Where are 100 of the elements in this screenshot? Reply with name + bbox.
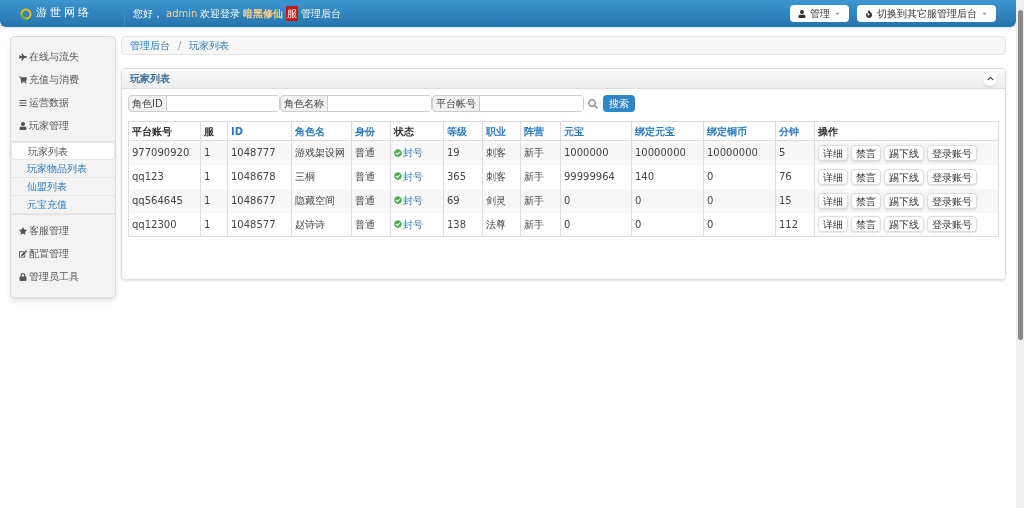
- table-cell: 普通: [351, 164, 391, 189]
- table-cell: 1048577: [227, 212, 292, 237]
- filter-field[interactable]: 角色名称: [280, 95, 432, 112]
- star-icon: [19, 226, 27, 235]
- panel-title: 玩家列表: [130, 72, 170, 86]
- filter-label: 平台帐号: [435, 97, 477, 111]
- sidebar-item[interactable]: 配置管理: [11, 242, 115, 265]
- greeting-text: admin: [166, 7, 198, 21]
- action-button[interactable]: 详细: [818, 168, 848, 185]
- logo-icon: [20, 7, 32, 20]
- sidebar-subitem[interactable]: 玩家列表: [11, 142, 115, 160]
- column-header[interactable]: 角色名: [291, 121, 352, 141]
- action-button[interactable]: 禁言: [851, 216, 881, 233]
- column-header[interactable]: ID: [227, 121, 292, 141]
- action-button[interactable]: 详细: [818, 216, 848, 233]
- filter-field[interactable]: 平台帐号: [432, 95, 584, 112]
- table-cell: 0: [560, 212, 632, 237]
- sidebar-item[interactable]: 在线与流失: [11, 45, 115, 68]
- table-cell: 977090920: [128, 140, 201, 165]
- action-button[interactable]: 禁言: [851, 168, 881, 185]
- table-cell: 1048677: [227, 188, 292, 213]
- table-cell: 隐藏空间: [291, 188, 352, 213]
- action-button[interactable]: 详细: [818, 144, 848, 161]
- column-header[interactable]: 阵营: [520, 121, 561, 141]
- breadcrumb-separator: /: [178, 39, 182, 53]
- action-button[interactable]: 踢下线: [884, 144, 924, 161]
- column-header[interactable]: 元宝: [560, 121, 632, 141]
- table-cell: 新手: [520, 212, 561, 237]
- sidebar-subitem[interactable]: 仙盟列表: [11, 178, 115, 196]
- table-cell: qq12300: [128, 212, 201, 237]
- column-header[interactable]: 分钟: [775, 121, 815, 141]
- table-cell: 1048678: [227, 164, 292, 189]
- table-cell: 1: [200, 212, 228, 237]
- action-button[interactable]: 登录账号: [927, 168, 977, 185]
- table-cell: 普通: [351, 140, 391, 165]
- table-cell: 游戏架设网: [291, 140, 352, 165]
- sidebar-item[interactable]: 玩家管理: [11, 114, 115, 137]
- action-button[interactable]: 踢下线: [884, 216, 924, 233]
- status-label: 封号: [394, 168, 423, 184]
- sidebar-item[interactable]: 运营数据: [11, 91, 115, 114]
- table-cell: 99999964: [560, 164, 632, 189]
- table-cell: 10000000: [631, 140, 704, 165]
- column-header[interactable]: 绑定铜币: [703, 121, 776, 141]
- table-cell: 剑灵: [482, 188, 521, 213]
- collapse-button[interactable]: [983, 71, 997, 86]
- cart-icon: [19, 75, 27, 84]
- user-icon: [19, 121, 27, 130]
- table-cell: 69: [443, 188, 483, 213]
- caret-icon: [834, 10, 841, 17]
- sidebar-item[interactable]: 充值与消费: [11, 68, 115, 91]
- table-cell: 1: [200, 140, 228, 165]
- column-header[interactable]: 职业: [482, 121, 521, 141]
- breadcrumb-link[interactable]: 管理后台: [130, 38, 170, 53]
- action-button[interactable]: 登录账号: [927, 192, 977, 209]
- table-cell: 刺客: [482, 164, 521, 189]
- table-cell: 新手: [520, 188, 561, 213]
- column-header[interactable]: 绑定元宝: [631, 121, 704, 141]
- table-cell: 0: [631, 212, 704, 237]
- greeting-text: 您好，: [133, 7, 163, 21]
- action-button[interactable]: 踢下线: [884, 192, 924, 209]
- action-button[interactable]: 详细: [818, 192, 848, 209]
- breadcrumb-link[interactable]: 玩家列表: [189, 38, 230, 53]
- table-cell: 112: [775, 212, 815, 237]
- table-cell: 10000000: [703, 140, 776, 165]
- filter-field[interactable]: 角色ID: [128, 95, 280, 112]
- sidebar-subitem[interactable]: 元宝充值: [11, 196, 115, 214]
- action-button[interactable]: 禁言: [851, 144, 881, 161]
- table-cell: 普通: [351, 188, 391, 213]
- table-cell: 1: [200, 188, 228, 213]
- table-cell: 138: [443, 212, 483, 237]
- chevron-up-icon: [986, 75, 994, 82]
- column-header[interactable]: 身份: [351, 121, 391, 141]
- greeting-text: 管理后台: [301, 7, 342, 21]
- action-button[interactable]: 登录账号: [927, 216, 977, 233]
- sidebar-item[interactable]: 客服管理: [11, 219, 115, 242]
- table-cell: 法尊: [482, 212, 521, 237]
- table-cell: 1: [200, 164, 228, 189]
- table-cell: 15: [775, 188, 815, 213]
- action-button[interactable]: 禁言: [851, 192, 881, 209]
- action-button[interactable]: 登录账号: [927, 144, 977, 161]
- flame-icon: [865, 9, 873, 18]
- caret-icon: [981, 10, 988, 17]
- sidebar-item[interactable]: 管理员工具: [11, 265, 115, 288]
- column-header[interactable]: 等级: [443, 121, 483, 141]
- search-icon: [588, 98, 598, 109]
- sidebar-subitem[interactable]: 玩家物品列表: [11, 160, 115, 178]
- table-cell: 365: [443, 164, 483, 189]
- greeting-text: 服: [286, 6, 299, 21]
- table-cell: 刺客: [482, 140, 521, 165]
- header-menu-button[interactable]: 管理: [790, 5, 849, 22]
- table-cell: 0: [703, 164, 776, 189]
- search-button[interactable]: 搜索: [603, 95, 635, 112]
- table-cell: 19: [443, 140, 483, 165]
- table-cell: qq564645: [128, 188, 201, 213]
- table-cell: 三桐: [291, 164, 352, 189]
- table-cell: 新手: [520, 164, 561, 189]
- status-label: 封号: [394, 216, 423, 232]
- action-button[interactable]: 踢下线: [884, 168, 924, 185]
- header-menu-button[interactable]: 切换到其它服管理后台: [857, 5, 996, 22]
- status-label: 封号: [394, 145, 423, 160]
